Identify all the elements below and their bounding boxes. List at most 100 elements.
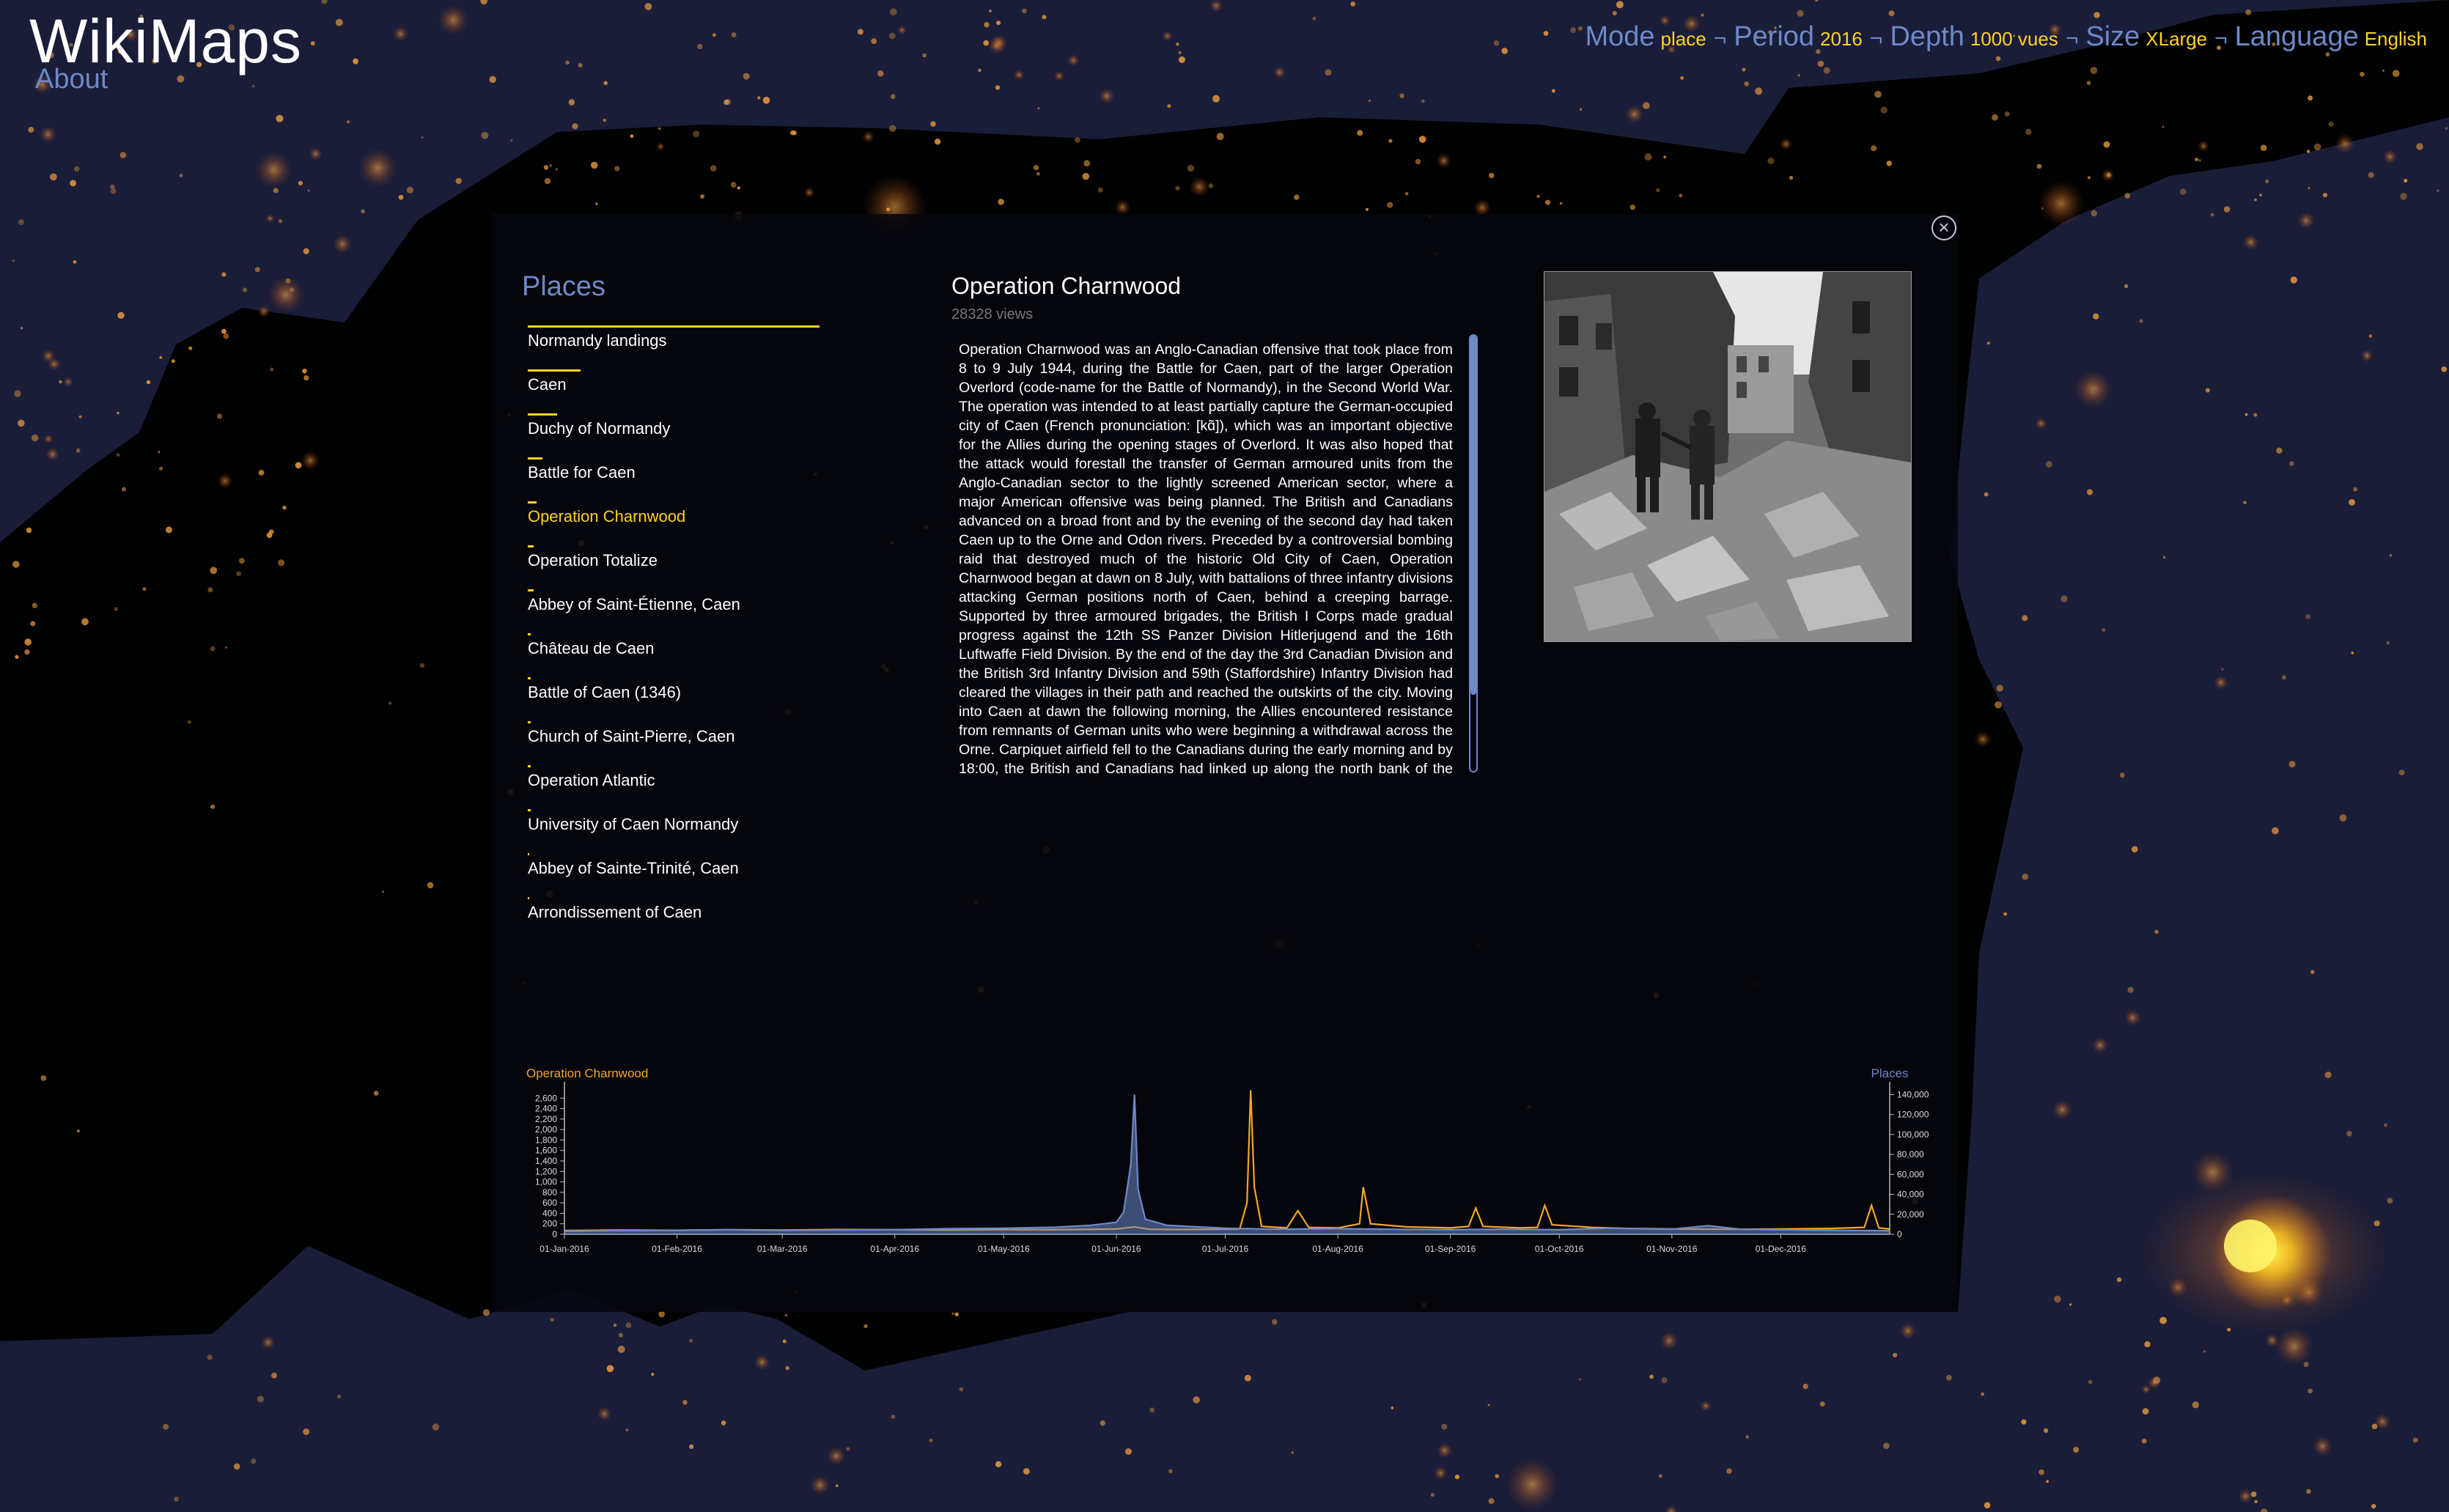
map-place-dot[interactable] (550, 1318, 554, 1322)
map-place-dot[interactable] (543, 165, 549, 170)
map-place-dot[interactable] (302, 368, 307, 374)
map-place-dot[interactable] (2074, 370, 2113, 409)
map-place-dot[interactable] (1886, 161, 1892, 166)
map-place-dot[interactable] (1037, 107, 1040, 110)
map-place-dot[interactable] (1350, 1, 1355, 7)
place-item[interactable]: Battle for Caen (528, 449, 825, 493)
place-item[interactable]: Abbey of Saint-Étienne, Caen (528, 580, 825, 624)
map-place-dot[interactable] (618, 1332, 624, 1338)
map-place-dot[interactable] (32, 602, 37, 608)
map-place-dot[interactable] (78, 415, 82, 418)
map-place-dot[interactable] (886, 207, 891, 212)
map-place-dot[interactable] (432, 1423, 440, 1431)
map-place-dot[interactable] (12, 259, 15, 262)
map-place-dot[interactable] (1178, 51, 1182, 54)
map-place-dot[interactable] (1436, 152, 1452, 169)
map-place-dot[interactable] (2386, 641, 2390, 645)
map-place-dot[interactable] (2069, 1303, 2072, 1306)
map-place-dot[interactable] (2305, 613, 2310, 619)
map-place-dot[interactable] (73, 260, 77, 264)
map-place-dot[interactable] (1986, 342, 1990, 345)
map-place-dot[interactable] (951, 1312, 954, 1316)
map-place-dot[interactable] (959, 1387, 964, 1392)
map-place-dot[interactable] (757, 96, 761, 100)
map-place-dot[interactable] (930, 121, 936, 127)
map-place-dot[interactable] (2116, 1277, 2122, 1283)
map-place-dot[interactable] (2412, 1437, 2418, 1443)
map-place-dot[interactable] (217, 473, 233, 489)
map-place-dot[interactable] (2276, 447, 2283, 454)
map-place-dot[interactable] (1175, 185, 1180, 191)
place-item[interactable]: Church of Saint-Pierre, Caen (528, 712, 825, 756)
map-place-dot[interactable] (721, 1420, 726, 1426)
map-place-dot[interactable] (210, 646, 216, 652)
map-place-dot[interactable] (117, 411, 119, 415)
map-place-dot[interactable] (2003, 912, 2008, 916)
map-place-dot[interactable] (693, 130, 700, 138)
map-place-dot[interactable] (2210, 213, 2214, 217)
map-place-dot[interactable] (1244, 1374, 1251, 1382)
map-place-dot[interactable] (2371, 1504, 2376, 1509)
map-place-dot[interactable] (333, 235, 352, 254)
map-place-dot[interactable] (1415, 158, 1421, 165)
map-place-dot[interactable] (1899, 1322, 1917, 1340)
map-place-dot[interactable] (2153, 1376, 2161, 1384)
map-place-dot[interactable] (122, 487, 126, 492)
map-place-dot[interactable] (233, 1463, 240, 1470)
place-item[interactable]: Battle of Caen (1346) (528, 668, 825, 712)
map-place-dot[interactable] (309, 147, 323, 161)
map-place-dot[interactable] (2387, 1198, 2393, 1204)
map-place-dot[interactable] (81, 618, 89, 626)
map-place-dot[interactable] (2038, 180, 2085, 227)
map-place-dot[interactable] (2022, 873, 2029, 880)
map-place-dot[interactable] (2360, 72, 2365, 77)
map-place-dot[interactable] (871, 38, 877, 45)
map-place-dot[interactable] (682, 1400, 688, 1405)
map-place-dot[interactable] (934, 139, 941, 145)
map-place-dot[interactable] (2351, 652, 2354, 654)
map-place-dot[interactable] (1616, 1, 1624, 9)
map-place-dot[interactable] (1399, 93, 1404, 98)
map-place-dot[interactable] (1042, 15, 1047, 20)
map-place-dot[interactable] (290, 287, 295, 292)
map-place-dot[interactable] (427, 882, 434, 889)
map-place-dot[interactable] (1357, 130, 1363, 136)
map-place-dot[interactable] (1680, 75, 1684, 80)
scrollbar-thumb[interactable] (1470, 336, 1476, 695)
map-place-dot[interactable] (2142, 1438, 2147, 1444)
map-place-dot[interactable] (2198, 159, 2201, 162)
map-place-dot[interactable] (303, 1428, 310, 1435)
place-item[interactable]: Operation Atlantic (528, 756, 825, 800)
map-place-dot[interactable] (625, 1428, 629, 1432)
map-place-dot[interactable] (2203, 1350, 2206, 1353)
map-place-dot[interactable] (2124, 1008, 2141, 1027)
map-place-dot[interactable] (2368, 172, 2374, 178)
map-place-dot[interactable] (2313, 143, 2321, 151)
map-place-dot[interactable] (270, 367, 274, 372)
map-place-dot[interactable] (255, 152, 292, 188)
place-item[interactable]: Arrondissement of Caen (528, 888, 825, 932)
map-place-dot[interactable] (2086, 489, 2093, 495)
map-place-dot[interactable] (762, 97, 770, 104)
map-place-dot[interactable] (954, 1312, 959, 1317)
map-place-dot[interactable] (119, 152, 127, 158)
map-place-dot[interactable] (21, 327, 23, 330)
map-place-dot[interactable] (2223, 206, 2231, 213)
map-place-dot[interactable] (455, 177, 462, 185)
map-place-dot[interactable] (489, 75, 496, 84)
map-place-dot[interactable] (76, 448, 81, 453)
map-place-dot[interactable] (2107, 172, 2112, 177)
map-place-dot[interactable] (2254, 198, 2257, 202)
map-place-dot[interactable] (251, 84, 255, 88)
map-place-dot[interactable] (24, 649, 30, 655)
map-place-dot[interactable] (603, 118, 607, 122)
map-place-dot[interactable] (2306, 150, 2310, 153)
map-place-dot[interactable] (31, 434, 39, 442)
map-place-dot[interactable] (1981, 1392, 1985, 1396)
map-place-dot[interactable] (114, 607, 118, 611)
map-place-dot[interactable] (2339, 814, 2347, 822)
map-place-dot[interactable] (1082, 172, 1090, 180)
map-place-dot[interactable] (2382, 69, 2384, 72)
map-place-dot[interactable] (1742, 67, 1746, 72)
map-place-dot[interactable] (210, 567, 218, 575)
